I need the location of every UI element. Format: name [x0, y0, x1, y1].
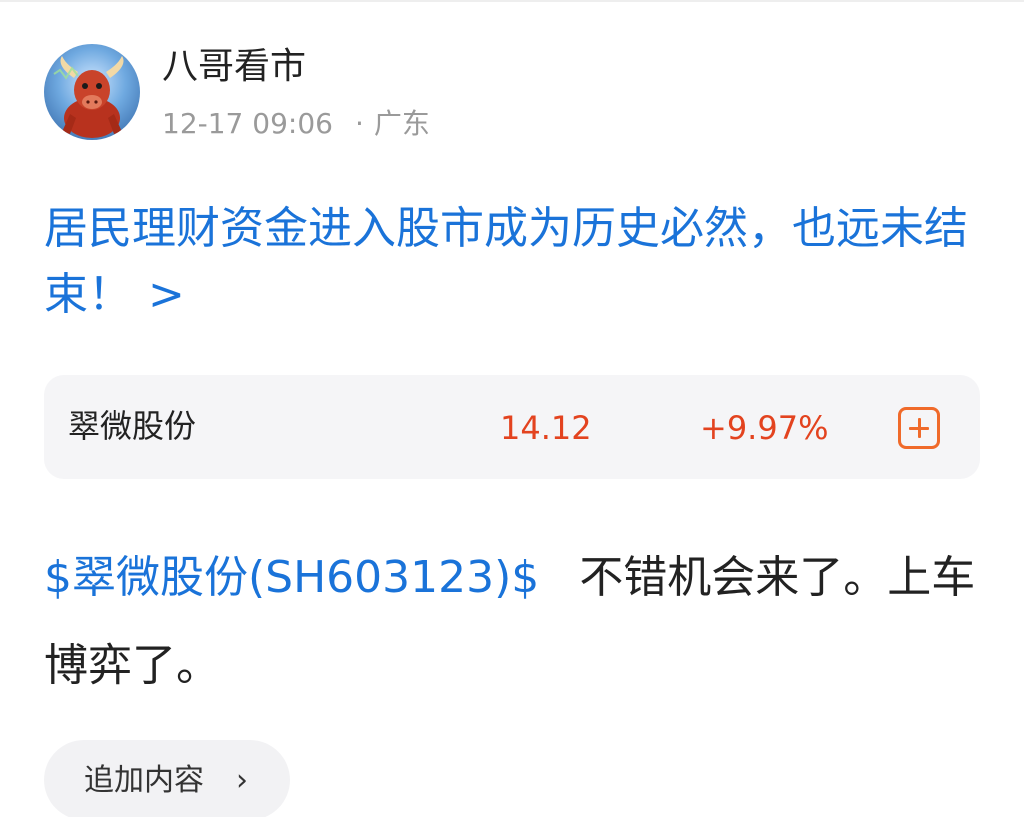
stock-name: 翠微股份 [68, 407, 197, 445]
post-location: 广东 [373, 107, 430, 140]
bull-avatar-icon [53, 56, 124, 138]
author-avatar[interactable] [44, 44, 140, 140]
stock-price: 14.12 [500, 409, 592, 447]
append-content-label: 追加内容 [84, 763, 204, 798]
add-watchlist-button[interactable] [898, 407, 940, 449]
stock-tag-link[interactable]: $翠微股份(SH603123)$ [44, 552, 539, 603]
append-content-button[interactable]: 追加内容 › [44, 740, 290, 817]
chevron-right-icon: › [236, 763, 248, 798]
post-meta: 12-17 09:06 · 广东 [162, 104, 430, 144]
stock-change-percent: +9.97% [700, 409, 829, 447]
top-divider [0, 0, 1024, 2]
post-page: 八哥看市 12-17 09:06 · 广东 居民理财资金进入股市成为历史必然，也远未… [0, 0, 1024, 817]
post-title-link[interactable]: 居民理财资金进入股市成为历史必然，也远未结束！ > [44, 196, 984, 328]
post-timestamp: 12-17 09:06 [162, 107, 333, 140]
post-body: $翠微股份(SH603123)$ 不错机会来了。上车博弈了。 [44, 534, 984, 710]
meta-separator: · [354, 107, 364, 140]
author-name[interactable]: 八哥看市 [162, 42, 306, 92]
title-chevron-icon: > [148, 269, 185, 320]
stock-card[interactable]: 翠微股份 14.12 +9.97% [44, 375, 980, 479]
